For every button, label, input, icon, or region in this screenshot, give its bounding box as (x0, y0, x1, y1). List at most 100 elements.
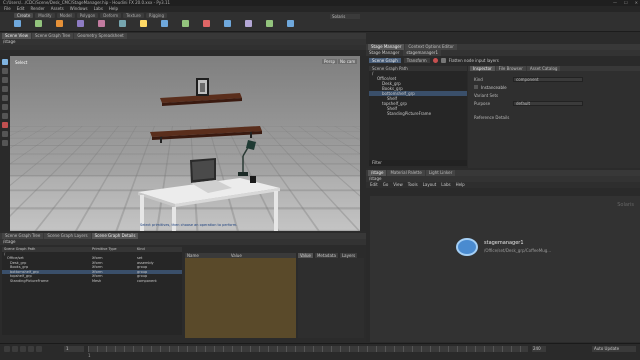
shelf-tool-icon[interactable] (203, 20, 210, 27)
view-tool-icon[interactable] (2, 113, 8, 119)
flatten-checkbox[interactable] (440, 58, 446, 63)
shelf-tool-icon[interactable] (77, 20, 84, 27)
shelf-tool-icon[interactable] (266, 20, 273, 27)
handle-tool-icon[interactable] (2, 95, 8, 101)
timeline-tick (133, 346, 134, 352)
pose-tool-icon[interactable] (2, 104, 8, 110)
shelf-tab-modify[interactable]: Modify (35, 13, 55, 18)
shelf-tool-icon[interactable] (35, 20, 42, 27)
shelf-tab-create[interactable]: Create (14, 13, 34, 18)
tab-light-linker[interactable]: Light Linker (425, 170, 456, 176)
timeline-tick (214, 346, 215, 352)
shelf-tool-icon[interactable] (98, 20, 105, 27)
auto-update-menu[interactable]: Auto Update (592, 346, 636, 352)
prop-purpose: Purpose default (468, 99, 640, 107)
timeline-tick (169, 346, 170, 352)
node-graph[interactable]: Solaris (370, 196, 640, 342)
timeline-tick (439, 346, 440, 352)
scale-tool-icon[interactable] (2, 86, 8, 92)
shelf-tool-icon[interactable] (161, 20, 168, 27)
snap-tool-icon[interactable] (2, 140, 8, 146)
shelf-tool-icon[interactable] (224, 20, 231, 27)
timeline-tick (403, 346, 404, 352)
shelf-tool-icon[interactable] (119, 20, 126, 27)
net-menu-view[interactable]: View (393, 182, 403, 188)
prop-kind: Kind component (468, 75, 640, 83)
step-forward-icon[interactable] (28, 346, 34, 352)
scene-render (138, 78, 280, 231)
tab-scene-graph[interactable]: Scene Graph (369, 58, 401, 63)
prop-kind-field[interactable]: component (513, 76, 583, 82)
stop-icon[interactable] (12, 346, 18, 352)
shelf-tool-icon[interactable] (287, 20, 294, 27)
prop-purpose-field[interactable]: default (513, 100, 583, 106)
tree-filter[interactable]: Filter (369, 160, 467, 166)
desktop-selector[interactable]: Solaris (330, 14, 360, 19)
net-menu-help[interactable]: Help (456, 182, 465, 188)
instanceable-checkbox[interactable] (474, 85, 478, 89)
move-tool-icon[interactable] (2, 68, 8, 74)
shelf-tool-icon[interactable] (56, 20, 63, 27)
timeline-tick (286, 346, 287, 352)
play-icon[interactable] (4, 346, 10, 352)
tab-asset-catalog[interactable]: Asset Catalog (526, 66, 561, 71)
node-type-label: Stage Manager (369, 50, 400, 55)
select-tool-icon[interactable] (2, 59, 8, 65)
attribute-table[interactable] (185, 258, 296, 338)
tab-material-palette[interactable]: Material Palette (387, 170, 425, 176)
net-menu-edit[interactable]: Edit (370, 182, 378, 188)
timeline-tick (466, 346, 467, 352)
tab-transform[interactable]: Transform (403, 58, 430, 63)
coffee-mug (250, 176, 256, 183)
shelf-tab-polygon[interactable]: Polygon (76, 13, 99, 18)
timeline-tick (277, 346, 278, 352)
frame-end-field[interactable]: 240 (532, 346, 546, 352)
shelf-tab-deform[interactable]: Deform (100, 13, 122, 18)
tab-geometry-spreadsheet[interactable]: Geometry Spreadsheet (74, 33, 127, 39)
tab-sg-layers[interactable]: Scene Graph Layers (44, 233, 91, 239)
tab-sg-details[interactable]: Scene Graph Details (91, 233, 139, 239)
scene-viewport[interactable]: Select Persp No cam Select primitives, t… (10, 56, 360, 231)
tab-scene-graph-tree[interactable]: Scene Graph Tree (31, 33, 74, 39)
timeline-tick (412, 346, 413, 352)
scene-graph-path[interactable]: /stage (0, 239, 366, 245)
tab-file-browser[interactable]: File Browser (495, 66, 526, 71)
timeline-tick (484, 346, 485, 352)
timeline-tick (421, 346, 422, 352)
tree-row[interactable]: StandingPictureFrame (369, 111, 467, 116)
reference-details[interactable]: Reference Details (468, 115, 640, 120)
shelf-tab-rigging[interactable]: Rigging (145, 13, 167, 18)
node-path-label: /Office/set/Desk_grp/CoffeeMug... (484, 248, 552, 253)
flatten-label: Flatten node input layers (448, 58, 499, 63)
tab-inspector[interactable]: Inspector (470, 66, 495, 71)
shelf-tool-icon[interactable] (245, 20, 252, 27)
step-back-icon[interactable] (20, 346, 26, 352)
timeline-tick (448, 346, 449, 352)
loop-icon[interactable] (36, 346, 42, 352)
net-menu-tools[interactable]: Tools (408, 182, 418, 188)
timeline-tick (313, 346, 314, 352)
shelf-tool-icon[interactable] (14, 20, 21, 27)
light-tool-icon[interactable] (2, 122, 8, 128)
timeline-track[interactable] (88, 346, 528, 352)
prop-instanceable: Instanceable (468, 83, 640, 91)
timeline-tick (457, 346, 458, 352)
current-frame-field[interactable]: 1 (64, 346, 84, 352)
net-menu-go[interactable]: Go (383, 182, 389, 188)
shelf-tab-model[interactable]: Model (56, 13, 75, 18)
timeline-tick (151, 346, 152, 352)
record-icon[interactable] (432, 58, 438, 63)
scene-graph-tree: Scene Graph Path / Office/set Desk_grp Book… (369, 66, 467, 166)
node-name-field[interactable]: stagemanager1 (403, 50, 442, 56)
table-row[interactable]: StandingPictureFrame Mesh component (2, 279, 182, 284)
timeline-tick (520, 346, 521, 352)
shelf-tool-icon[interactable] (182, 20, 189, 27)
table-cell: Mesh (92, 278, 102, 283)
net-menu-layout[interactable]: Layout (423, 182, 437, 188)
shelf-tool-icon[interactable] (140, 20, 147, 27)
camera-tool-icon[interactable] (2, 131, 8, 137)
stagemanager-node[interactable] (456, 238, 478, 256)
rotate-tool-icon[interactable] (2, 77, 8, 83)
shelf-tab-texture[interactable]: Texture (123, 13, 144, 18)
net-menu-labs[interactable]: Labs (441, 182, 450, 188)
